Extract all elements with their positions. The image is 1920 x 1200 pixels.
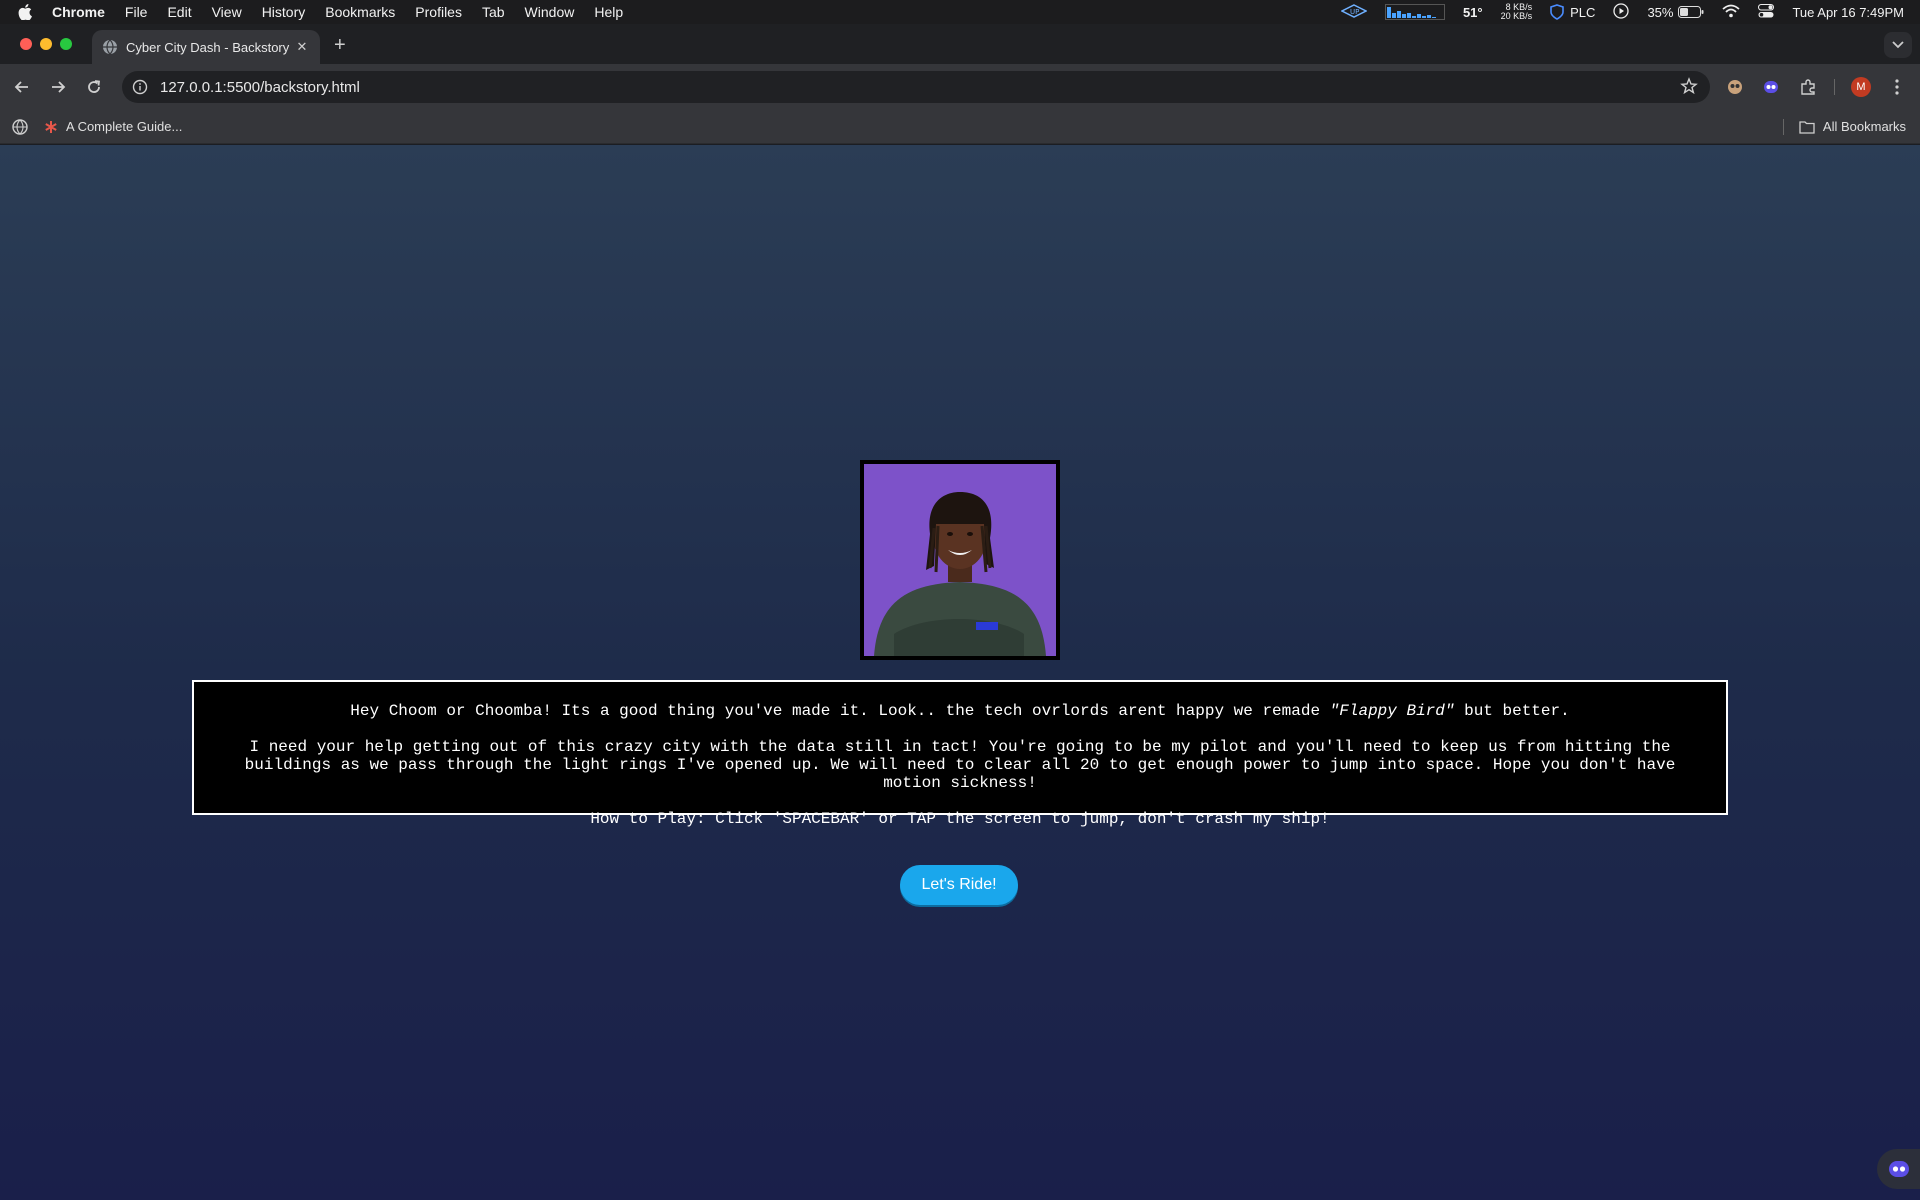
bookmark-label: A Complete Guide... bbox=[66, 119, 183, 134]
all-bookmarks-button[interactable]: All Bookmarks bbox=[1799, 119, 1906, 134]
macos-menubar: Chrome File Edit View History Bookmarks … bbox=[0, 0, 1920, 24]
battery-status[interactable]: 35% bbox=[1647, 5, 1704, 20]
menu-profiles[interactable]: Profiles bbox=[415, 4, 462, 20]
browser-tabstrip: Cyber City Dash - Backstory ✕ + bbox=[0, 24, 1920, 64]
window-controls bbox=[20, 38, 72, 50]
extensions-puzzle-icon[interactable] bbox=[1797, 76, 1819, 98]
story-line1-start: Hey Choom or Choomba! Its a good thing y… bbox=[350, 702, 1330, 720]
temperature-readout[interactable]: 51° bbox=[1463, 5, 1483, 20]
globe-icon bbox=[103, 39, 117, 55]
robot-assistant-icon bbox=[1888, 1161, 1909, 1177]
close-window-button[interactable] bbox=[20, 38, 32, 50]
info-icon[interactable] bbox=[132, 79, 148, 95]
bookmarks-bar: A Complete Guide... All Bookmarks bbox=[0, 110, 1920, 144]
apps-globe-icon[interactable] bbox=[12, 119, 28, 138]
floating-assistant-button[interactable] bbox=[1877, 1149, 1920, 1189]
character-avatar-image bbox=[864, 464, 1056, 656]
avatar: M bbox=[1851, 77, 1871, 97]
reload-button[interactable] bbox=[76, 69, 112, 105]
chevron-down-icon bbox=[1892, 41, 1904, 49]
menu-window[interactable]: Window bbox=[525, 4, 575, 20]
menu-app-chrome[interactable]: Chrome bbox=[52, 4, 105, 20]
story-mission-text: I need your help getting out of this cra… bbox=[244, 738, 1676, 792]
menu-edit[interactable]: Edit bbox=[167, 4, 191, 20]
vpn-status[interactable]: PLC bbox=[1550, 4, 1595, 20]
address-bar[interactable]: 127.0.0.1:5500/backstory.html bbox=[122, 71, 1710, 103]
clock-datetime[interactable]: Tue Apr 16 7:49PM bbox=[1792, 5, 1904, 20]
media-play-icon[interactable] bbox=[1613, 2, 1630, 22]
vpn-label: PLC bbox=[1570, 4, 1596, 20]
all-bookmarks-label: All Bookmarks bbox=[1822, 119, 1906, 134]
story-intro-line: Hey Choom or Choomba! Its a good thing y… bbox=[242, 702, 1678, 720]
control-center-icon[interactable] bbox=[1758, 3, 1775, 21]
backstory-panel: Hey Choom or Choomba! Its a good thing y… bbox=[192, 680, 1728, 828]
forward-button[interactable] bbox=[40, 69, 76, 105]
asterisk-favicon-icon bbox=[45, 120, 57, 133]
battery-percent: 35% bbox=[1647, 4, 1674, 20]
cpu-graph-icon[interactable] bbox=[1384, 4, 1445, 20]
folder-icon bbox=[1799, 120, 1815, 134]
apple-icon[interactable] bbox=[18, 4, 38, 20]
story-line1-end: but better. bbox=[1454, 702, 1570, 720]
browser-toolbar: 127.0.0.1:5500/backstory.html M bbox=[0, 64, 1920, 110]
battery-icon bbox=[1678, 6, 1704, 18]
tab-title: Cyber City Dash - Backstory bbox=[126, 39, 290, 55]
extension-character-icon[interactable] bbox=[1724, 76, 1746, 98]
url-text[interactable]: 127.0.0.1:5500/backstory.html bbox=[160, 79, 360, 96]
network-extension-icon[interactable]: UP bbox=[1340, 3, 1368, 21]
menu-file[interactable]: File bbox=[125, 4, 148, 20]
story-how-to-play: How to Play: Click 'SPACEBAR' or TAP the… bbox=[590, 810, 1330, 828]
lets-ride-button[interactable]: Let's Ride! bbox=[900, 865, 1018, 905]
bookmark-item[interactable]: A Complete Guide... bbox=[44, 119, 182, 134]
net-down-speed: 20 KB/s bbox=[1500, 11, 1533, 21]
minimize-window-button[interactable] bbox=[40, 38, 52, 50]
tab-search-button[interactable] bbox=[1884, 32, 1912, 58]
new-tab-button[interactable]: + bbox=[334, 34, 346, 57]
kebab-menu-icon bbox=[1895, 79, 1899, 95]
arrow-right-icon bbox=[52, 81, 66, 93]
arrow-left-icon bbox=[14, 81, 28, 93]
toolbar-divider bbox=[1834, 79, 1835, 95]
menu-help[interactable]: Help bbox=[594, 4, 623, 20]
extension-robot-icon[interactable] bbox=[1760, 76, 1782, 98]
story-game-reference: "Flappy Bird" bbox=[1329, 702, 1455, 720]
chrome-menu-button[interactable] bbox=[1886, 76, 1908, 98]
profile-avatar[interactable]: M bbox=[1850, 76, 1872, 98]
star-icon[interactable] bbox=[1680, 77, 1698, 95]
menu-view[interactable]: View bbox=[212, 4, 242, 20]
page-content: Hey Choom or Choomba! Its a good thing y… bbox=[0, 145, 1920, 1200]
network-speed[interactable]: 8 KB/s 20 KB/s bbox=[1501, 3, 1533, 21]
menu-history[interactable]: History bbox=[262, 4, 306, 20]
vpn-shield-icon bbox=[1550, 4, 1564, 20]
zoom-window-button[interactable] bbox=[60, 38, 72, 50]
menu-bookmarks[interactable]: Bookmarks bbox=[325, 4, 395, 20]
character-portrait bbox=[860, 460, 1060, 660]
tab-cyber-city-dash[interactable]: Cyber City Dash - Backstory ✕ bbox=[92, 30, 320, 64]
tab-close-icon[interactable]: ✕ bbox=[294, 39, 310, 55]
svg-text:UP: UP bbox=[1350, 8, 1359, 16]
bookmarks-divider bbox=[1783, 119, 1784, 135]
reload-icon bbox=[88, 80, 101, 93]
wifi-icon[interactable] bbox=[1722, 4, 1741, 21]
menu-tab[interactable]: Tab bbox=[482, 4, 505, 20]
menubar-status-area: UP 51° 8 KB/s 20 KB/s PLC 35% Tue Apr 16… bbox=[1340, 0, 1904, 24]
back-button[interactable] bbox=[4, 69, 40, 105]
